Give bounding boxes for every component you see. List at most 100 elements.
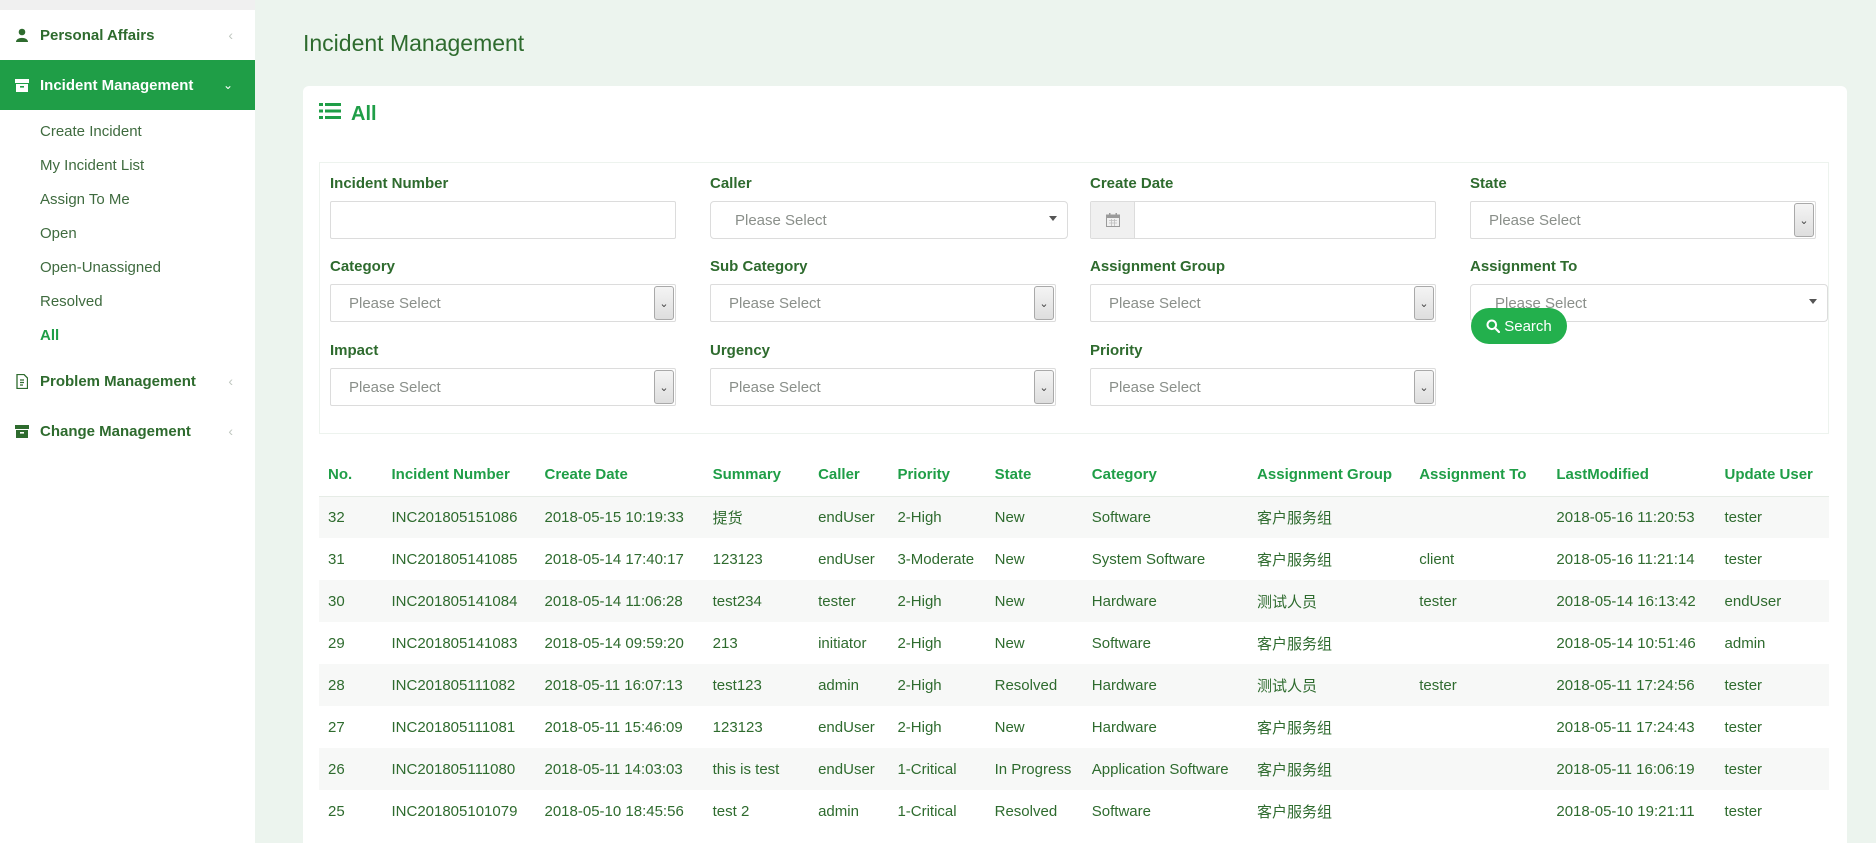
header-col-caller[interactable]: Caller — [809, 454, 889, 497]
nav-change-management[interactable]: Change Management ‹ — [0, 406, 255, 456]
header-col-create-date[interactable]: Create Date — [535, 454, 704, 497]
incident-table: No. Incident Number Create Date Summary Call… — [319, 454, 1829, 832]
cell-category: Hardware — [1091, 718, 1157, 736]
card-header: All — [319, 102, 377, 126]
table-row[interactable]: 27 INC201805111081 2018-05-11 15:46:09 1231… — [319, 706, 1829, 748]
filter-sub-category: Sub Category Please Select ⌄ — [710, 258, 1056, 322]
filter-label: State — [1470, 175, 1507, 192]
header-col-incident-number[interactable]: Incident Number — [382, 454, 536, 497]
chevron-down-icon[interactable]: ⌄ — [654, 286, 674, 320]
cell-state: New — [994, 550, 1025, 568]
nav-problem-management[interactable]: Problem Management ‹ — [0, 356, 255, 406]
search-button[interactable]: Search — [1471, 308, 1567, 344]
incident-submenu: Create Incident My Incident List Assign … — [0, 110, 255, 356]
chevron-down-icon[interactable]: ⌄ — [1414, 370, 1434, 404]
header-col-assignment-group[interactable]: Assignment Group — [1248, 454, 1411, 497]
cell-assignment-to: client — [1419, 550, 1455, 568]
header-col-last-modified[interactable]: LastModified — [1547, 454, 1716, 497]
cell-update-user: tester — [1724, 550, 1763, 568]
calendar-icon[interactable] — [1091, 202, 1135, 238]
filter-state: State Please Select ⌄ — [1470, 175, 1816, 239]
cell-create-date: 2018-05-14 11:06:28 — [544, 592, 683, 610]
cell-no: 29 — [328, 634, 345, 652]
submenu-my-incident-list[interactable]: My Incident List — [0, 148, 255, 182]
cell-update-user: endUser — [1724, 592, 1782, 610]
cell-assignment-to — [1410, 706, 1547, 748]
table-row[interactable]: 26 INC201805111080 2018-05-11 14:03:03 this… — [319, 748, 1829, 790]
create-date-input[interactable] — [1090, 201, 1436, 239]
table-row[interactable]: 32 INC201805151086 2018-05-15 10:19:33 提货 en… — [319, 496, 1829, 538]
filter-label: Caller — [710, 175, 752, 192]
cell-summary: test234 — [712, 592, 762, 610]
cell-assignment-group: 客户服务组 — [1257, 803, 1333, 821]
cell-last-modified: 2018-05-10 19:21:11 — [1556, 802, 1695, 820]
cell-last-modified: 2018-05-16 11:20:53 — [1556, 508, 1695, 526]
cell-update-user: tester — [1724, 718, 1763, 736]
state-select[interactable]: Please Select ⌄ — [1470, 201, 1816, 239]
cell-caller: endUser — [818, 550, 875, 568]
header-col-no[interactable]: No. — [319, 454, 383, 497]
filter-incident-number: Incident Number — [330, 175, 676, 239]
chevron-left-icon: ‹ — [228, 27, 233, 43]
filter-category: Category Please Select ⌄ — [330, 258, 676, 322]
cell-update-user: admin — [1724, 634, 1766, 652]
nav-incident-management[interactable]: Incident Management ⌄ — [0, 60, 255, 110]
cell-summary: 213 — [712, 634, 738, 652]
submenu-assign-to-me[interactable]: Assign To Me — [0, 182, 255, 216]
nav-personal-affairs[interactable]: Personal Affairs ‹ — [0, 10, 255, 60]
cell-caller: admin — [818, 676, 859, 694]
cell-assignment-to — [1410, 496, 1547, 538]
submenu-all[interactable]: All — [0, 318, 255, 352]
header-col-category[interactable]: Category — [1082, 454, 1249, 497]
chevron-down-icon[interactable]: ⌄ — [1034, 286, 1054, 320]
assignment-group-select[interactable]: Please Select ⌄ — [1090, 284, 1436, 322]
header-col-state[interactable]: State — [985, 454, 1083, 497]
cell-incident-number: INC201805111082 — [391, 676, 516, 694]
table-row[interactable]: 31 INC201805141085 2018-05-14 17:40:17 1231… — [319, 538, 1829, 580]
submenu-resolved[interactable]: Resolved — [0, 284, 255, 318]
incident-number-input[interactable] — [330, 201, 676, 239]
submenu-create-incident[interactable]: Create Incident — [0, 114, 255, 148]
cell-create-date: 2018-05-15 10:19:33 — [544, 508, 684, 526]
cell-category: Hardware — [1091, 676, 1157, 694]
cell-priority: 2-High — [897, 592, 942, 610]
category-select[interactable]: Please Select ⌄ — [330, 284, 676, 322]
cell-incident-number: INC201805111080 — [391, 760, 516, 778]
cell-category: Software — [1091, 802, 1151, 820]
cell-priority: 1-Critical — [897, 760, 957, 778]
cell-summary: 123123 — [712, 718, 763, 736]
archive-icon — [14, 423, 30, 439]
urgency-select[interactable]: Please Select ⌄ — [710, 368, 1056, 406]
submenu-open-unassigned[interactable]: Open-Unassigned — [0, 250, 255, 284]
cell-no: 30 — [328, 592, 345, 610]
chevron-down-icon[interactable]: ⌄ — [1794, 203, 1814, 237]
caller-select[interactable]: Please Select — [710, 201, 1068, 239]
chevron-down-icon[interactable]: ⌄ — [1414, 286, 1434, 320]
cell-assignment-group: 客户服务组 — [1257, 635, 1333, 653]
filter-label: Impact — [330, 342, 379, 359]
chevron-left-icon: ‹ — [228, 373, 233, 389]
filter-assignment-group: Assignment Group Please Select ⌄ — [1090, 258, 1436, 322]
table-row[interactable]: 25 INC201805101079 2018-05-10 18:45:56 test… — [319, 790, 1829, 832]
header-col-update-user[interactable]: Update User — [1715, 454, 1829, 497]
sub-category-select[interactable]: Please Select ⌄ — [710, 284, 1056, 322]
cell-assignment-group: 客户服务组 — [1257, 761, 1333, 779]
table-row[interactable]: 30 INC201805141084 2018-05-14 11:06:28 test… — [319, 580, 1829, 622]
document-icon — [14, 373, 30, 389]
submenu-open[interactable]: Open — [0, 216, 255, 250]
filter-priority: Priority Please Select ⌄ — [1090, 342, 1436, 406]
impact-select[interactable]: Please Select ⌄ — [330, 368, 676, 406]
chevron-down-icon[interactable]: ⌄ — [654, 370, 674, 404]
header-col-assignment-to[interactable]: Assignment To — [1410, 454, 1548, 497]
cell-priority: 1-Critical — [897, 802, 957, 820]
priority-select[interactable]: Please Select ⌄ — [1090, 368, 1436, 406]
cell-priority: 2-High — [897, 718, 942, 736]
table-row[interactable]: 28 INC201805111082 2018-05-11 16:07:13 test… — [319, 664, 1829, 706]
header-col-priority[interactable]: Priority — [888, 454, 986, 497]
cell-incident-number: INC201805101079 — [391, 802, 518, 820]
cell-priority: 2-High — [897, 508, 942, 526]
header-col-summary[interactable]: Summary — [703, 454, 810, 497]
cell-caller: endUser — [818, 718, 875, 736]
table-row[interactable]: 29 INC201805141083 2018-05-14 09:59:20 213 i… — [319, 622, 1829, 664]
chevron-down-icon[interactable]: ⌄ — [1034, 370, 1054, 404]
